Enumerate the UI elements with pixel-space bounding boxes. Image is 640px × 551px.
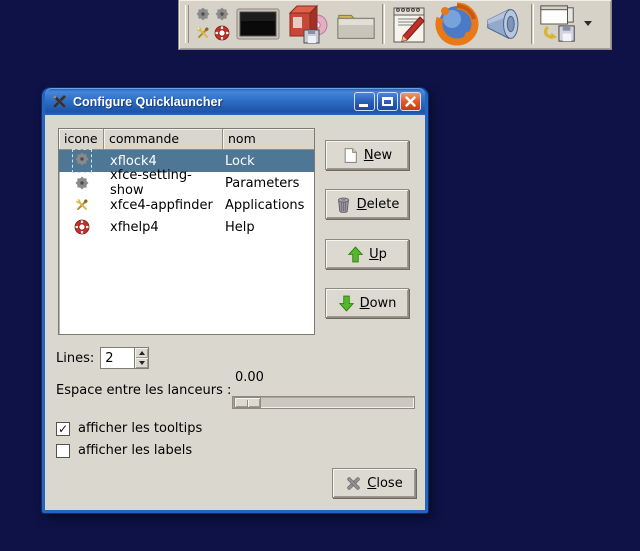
close-button-label: Close — [367, 475, 403, 491]
row-nom: Help — [225, 219, 255, 235]
lifering-icon — [59, 219, 104, 235]
checkbox-checked-icon[interactable]: ✓ — [56, 421, 70, 436]
list-row-xfhelp4[interactable]: xfhelp4 Help — [59, 216, 314, 238]
notepad-icon — [389, 3, 431, 45]
gear-icon[interactable] — [195, 6, 211, 22]
row-nom: Applications — [225, 197, 305, 213]
row-commande: xfhelp4 — [110, 219, 159, 235]
window-title: Configure Quicklauncher — [73, 94, 223, 109]
panel-handle[interactable] — [185, 4, 189, 43]
file-manager-launcher[interactable] — [334, 6, 378, 42]
column-header-nom[interactable]: nom — [223, 129, 314, 150]
maximize-button[interactable] — [377, 92, 398, 111]
maximize-icon — [382, 97, 393, 106]
session-save-icon — [538, 4, 578, 44]
list-row-xfce4-appfinder[interactable]: xfce4-appfinder Applications — [59, 194, 314, 216]
dialog-titlebar[interactable]: Configure Quicklauncher — [45, 88, 425, 115]
spacing-label: Espace entre les lanceurs : — [56, 383, 232, 398]
column-header-commande[interactable]: commande — [104, 129, 223, 150]
arrow-up-icon — [347, 246, 364, 263]
package-manager-launcher[interactable] — [284, 3, 330, 45]
xfce-panel — [178, 0, 612, 50]
text-editor-launcher[interactable] — [389, 3, 431, 45]
minimize-icon — [359, 104, 368, 107]
tooltips-checkbox-label: afficher les tooltips — [78, 421, 203, 436]
lines-spinner — [100, 347, 150, 369]
window-tools-icon — [51, 93, 68, 110]
list-row-xfce-setting-show[interactable]: xfce-setting-show Parameters — [59, 168, 314, 198]
down-button-label: Down — [359, 295, 397, 311]
x-icon — [345, 475, 362, 492]
up-button[interactable]: Up — [325, 239, 409, 269]
row-nom: Parameters — [225, 175, 300, 191]
launcher-list[interactable]: icone commande nom xflock4 Lock xfce-set… — [58, 128, 315, 335]
folder-icon — [334, 6, 378, 42]
arrow-down-icon — [338, 295, 355, 312]
new-page-icon — [342, 147, 359, 164]
volume-launcher[interactable] — [483, 4, 527, 44]
firefox-icon — [435, 2, 479, 46]
terminal-icon — [236, 7, 280, 41]
minimize-button[interactable] — [354, 92, 375, 111]
lines-input[interactable] — [101, 348, 135, 368]
row-commande: xfce4-appfinder — [110, 197, 213, 213]
close-icon — [404, 95, 417, 108]
configure-quicklauncher-dialog: Configure Quicklauncher icone commande n… — [42, 88, 428, 513]
tools-icon[interactable] — [195, 25, 211, 41]
labels-checkbox-row[interactable]: afficher les labels — [56, 443, 192, 458]
terminal-launcher[interactable] — [236, 7, 280, 41]
triangle-down-icon — [138, 361, 145, 365]
speaker-icon — [483, 4, 527, 44]
lifering-icon[interactable] — [214, 25, 230, 41]
session-save-launcher[interactable] — [538, 4, 578, 44]
tooltips-checkbox-row[interactable]: ✓ afficher les tooltips — [56, 421, 202, 436]
new-button[interactable]: New — [325, 140, 409, 170]
spinner-up-button[interactable] — [135, 348, 149, 358]
delete-button[interactable]: Delete — [325, 189, 409, 219]
package-icon — [284, 3, 330, 45]
quicklauncher-plugin — [193, 6, 232, 41]
firefox-launcher[interactable] — [435, 2, 479, 46]
tools-icon — [59, 197, 104, 213]
row-commande: xflock4 — [110, 153, 157, 169]
triangle-up-icon — [138, 351, 145, 355]
list-header: icone commande nom — [59, 129, 314, 150]
column-header-icone[interactable]: icone — [59, 129, 104, 150]
gear-icon — [59, 175, 104, 191]
panel-dropdown-arrow-icon[interactable] — [584, 21, 592, 26]
row-commande: xfce-setting-show — [110, 168, 192, 198]
trash-icon — [335, 196, 352, 213]
checkbox-unchecked-icon[interactable] — [56, 443, 70, 458]
down-button[interactable]: Down — [325, 288, 409, 318]
delete-button-label: Delete — [356, 196, 400, 212]
row-nom: Lock — [225, 153, 255, 169]
spacing-value: 0.00 — [235, 370, 264, 385]
spinner-down-button[interactable] — [135, 358, 149, 368]
slider-thumb[interactable] — [234, 397, 261, 408]
labels-checkbox-label: afficher les labels — [78, 443, 193, 458]
lines-label: Lines: — [56, 350, 95, 366]
panel-separator — [382, 3, 385, 44]
close-window-button[interactable] — [400, 92, 421, 111]
gear-icon[interactable] — [214, 6, 230, 22]
dialog-body: icone commande nom xflock4 Lock xfce-set… — [45, 115, 425, 510]
gear-icon — [71, 149, 92, 173]
up-button-label: Up — [369, 246, 387, 262]
new-button-label: New — [363, 147, 393, 163]
close-button[interactable]: Close — [332, 468, 416, 498]
panel-separator — [531, 3, 534, 44]
spacing-slider[interactable] — [232, 396, 415, 409]
